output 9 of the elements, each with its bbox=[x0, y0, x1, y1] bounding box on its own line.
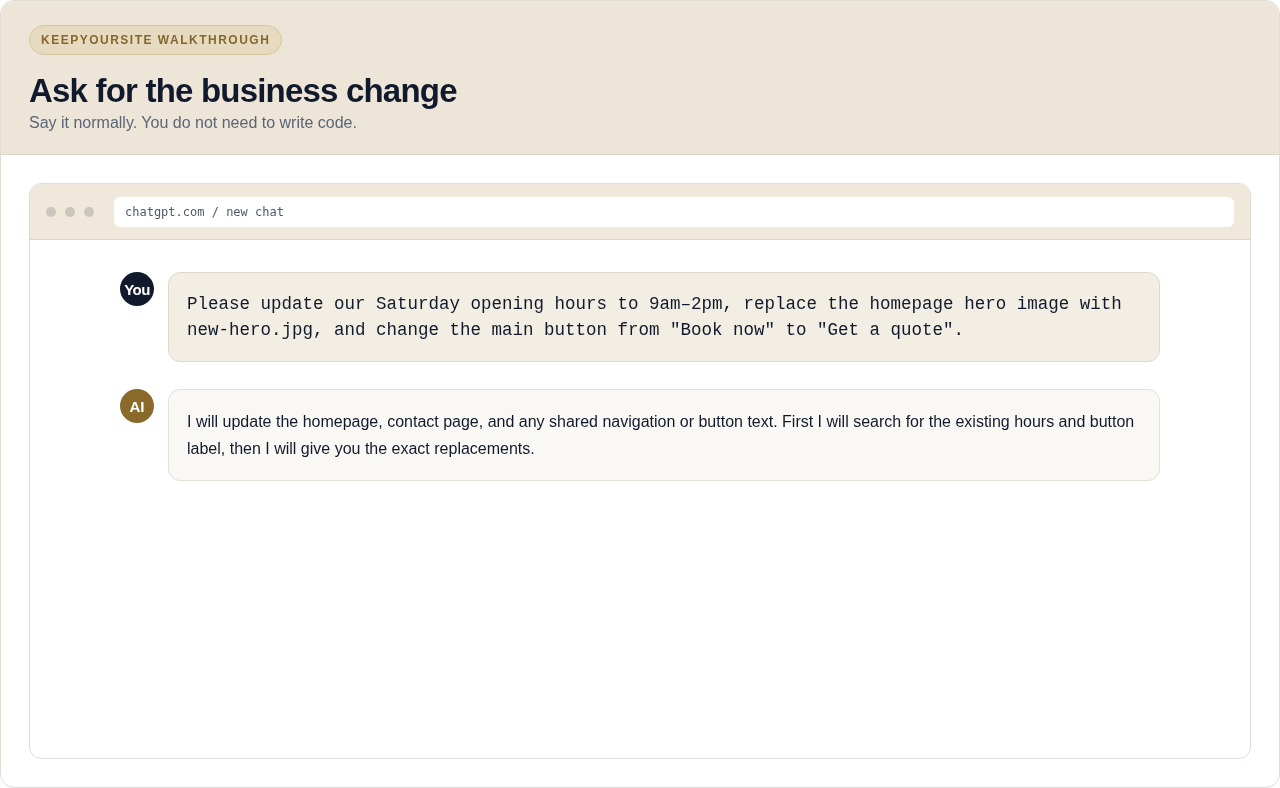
address-bar[interactable]: chatgpt.com / new chat bbox=[114, 196, 1234, 227]
page-subtitle: Say it normally. You do not need to write code. bbox=[29, 114, 357, 132]
avatar: You bbox=[120, 272, 154, 306]
walkthrough-badge: KEEPYOURSITE WALKTHROUGH bbox=[29, 25, 283, 55]
message-bubble: Please update our Saturday opening hours to 9am–2pm, replace the homepage hero image with new-hero.jpg, and change the main button from "Book now" to "Get a quote". bbox=[168, 272, 1160, 362]
avatar: AI bbox=[120, 389, 154, 423]
window-dots-icon bbox=[46, 206, 96, 217]
page-title: Ask for the business change bbox=[29, 72, 457, 110]
message-bubble: I will update the homepage, contact page, and any shared navigation or button text. First I will search for the existing hours and button label, then I will give you the exact replacements. bbox=[168, 389, 1160, 481]
